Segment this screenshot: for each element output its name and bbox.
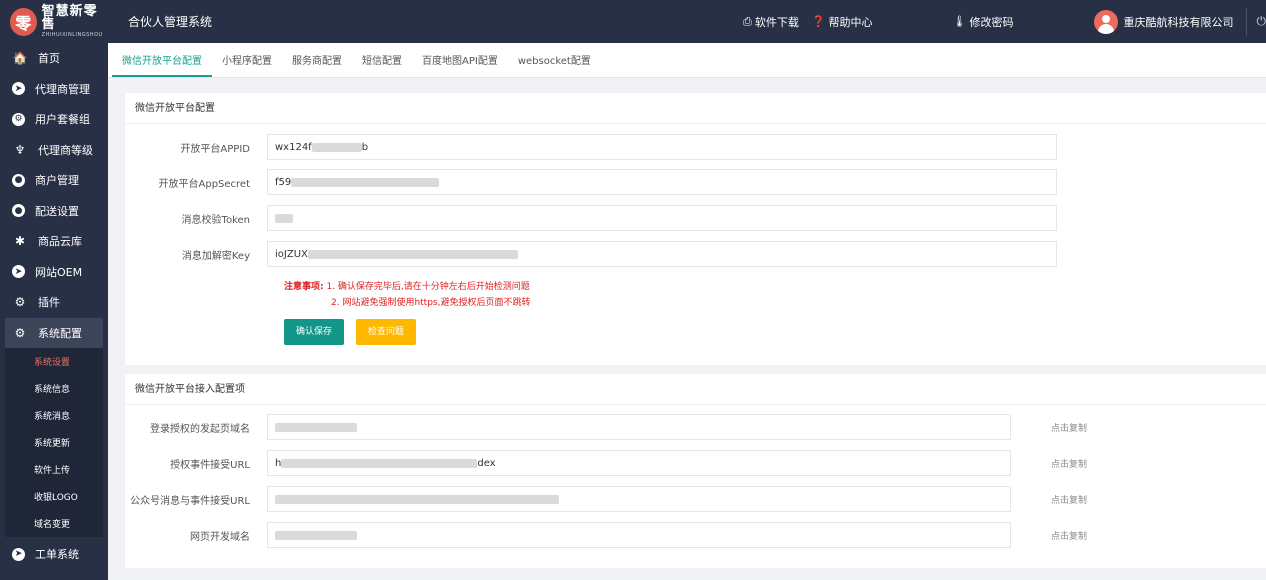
system-title: 合伙人管理系统 <box>128 15 213 29</box>
avatar <box>1093 9 1118 34</box>
header-divider <box>1245 7 1247 36</box>
logo-subtitle: ZHIHUIXINLINGSHOU <box>41 32 103 38</box>
sidebar-item-level[interactable]: ♆ 代理商等级 <box>0 135 108 166</box>
system-config-submenu: 系统设置 系统信息 系统消息 系统更新 软件上传 收银LOGO 域名变更 <box>5 348 103 537</box>
aeskey-input[interactable]: ioJZUX <box>267 241 1057 267</box>
appsecret-input[interactable]: f59 <box>267 169 1057 195</box>
home-icon: 🏠 <box>12 51 28 66</box>
send-icon: ➤ <box>12 547 25 561</box>
cogs-icon: ⚙ <box>14 325 26 340</box>
login-domain-field[interactable] <box>267 414 1011 440</box>
form-row-login-domain: 登录授权的发起页域名 点击复制 <box>125 414 1087 440</box>
tab-sms[interactable]: 短信配置 <box>352 42 412 77</box>
sub-item-system-settings[interactable]: 系统设置 <box>5 348 103 375</box>
redacted-value <box>275 530 357 540</box>
sidebar-item-system-config[interactable]: ⚙ 系统配置 <box>5 317 103 348</box>
sidebar-item-home[interactable]: 🏠 首页 <box>0 43 108 74</box>
token-input[interactable] <box>267 205 1057 231</box>
user-menu[interactable]: 重庆酷航科技有限公司 <box>1093 9 1234 34</box>
form-row-appid: 开放平台APPID wx124f b <box>125 134 1057 160</box>
copy-button[interactable]: 点击复制 <box>1051 421 1087 434</box>
company-name: 重庆酷航科技有限公司 <box>1123 15 1234 29</box>
form-row-message-event-url: 公众号消息与事件接受URL 点击复制 <box>125 486 1087 512</box>
tab-service-provider[interactable]: 服务商配置 <box>282 42 352 77</box>
redacted-value <box>281 458 478 468</box>
form-row-aeskey: 消息加解密Key ioJZUX <box>125 241 1057 267</box>
copy-button[interactable]: 点击复制 <box>1051 529 1087 542</box>
copy-button[interactable]: 点击复制 <box>1051 493 1087 506</box>
auth-event-url-field[interactable]: h dex <box>267 450 1011 476</box>
redacted-value <box>291 177 440 187</box>
logo-icon: 零 <box>10 7 37 36</box>
sidebar-item-plugin[interactable]: ⚙ 插件 <box>0 287 108 318</box>
sidebar-item-agent[interactable]: ➤ 代理商管理 <box>0 74 108 105</box>
sidebar-item-cloud[interactable]: ✱ 商品云库 <box>0 226 108 257</box>
question-circle-icon: ❓ <box>811 15 826 28</box>
redacted-value <box>307 249 518 259</box>
level-icon: ♆ <box>14 142 26 157</box>
sub-item-system-update[interactable]: 系统更新 <box>5 429 103 456</box>
cogs-icon: ⚙ <box>14 295 26 310</box>
asterisk-icon: ✱ <box>14 234 26 249</box>
tab-baidu-map[interactable]: 百度地图API配置 <box>412 42 508 77</box>
sidebar-item-package[interactable]: ⚙ 用户套餐组 <box>0 104 108 135</box>
download-link[interactable]: ⎙ 软件下载 <box>743 14 799 30</box>
save-button[interactable]: 确认保存 <box>284 319 345 345</box>
logo-title: 智慧新零售 <box>41 4 98 32</box>
sub-item-software-upload[interactable]: 软件上传 <box>5 456 103 483</box>
redacted-value <box>275 213 293 223</box>
form-row-appsecret: 开放平台AppSecret f59 <box>125 169 1057 195</box>
thermometer-icon: 🌡 <box>952 15 967 28</box>
form-row-web-domain: 网页开发域名 点击复制 <box>125 522 1087 548</box>
web-domain-field[interactable] <box>267 522 1011 548</box>
sidebar: 🏠 首页 ➤ 代理商管理 ⚙ 用户套餐组 ♆ 代理商等级 ● 商户管理 ● 配送… <box>0 43 108 580</box>
sidebar-item-oem[interactable]: ➤ 网站OEM <box>0 257 108 288</box>
sidebar-item-merchant[interactable]: ● 商户管理 <box>0 165 108 196</box>
sub-item-system-message[interactable]: 系统消息 <box>5 402 103 429</box>
package-icon: ⚙ <box>12 112 25 126</box>
copy-button[interactable]: 点击复制 <box>1051 457 1087 470</box>
wechat-access-config-card: 微信开放平台接入配置项 登录授权的发起页域名 点击复制 授权事件接受URL hd… <box>125 374 1266 568</box>
sub-item-domain-change[interactable]: 域名变更 <box>5 510 103 537</box>
redacted-value <box>275 494 559 504</box>
send-icon: ➤ <box>12 265 25 279</box>
tab-wechat-open[interactable]: 微信开放平台配置 <box>112 42 212 77</box>
tab-mini-program[interactable]: 小程序配置 <box>212 42 282 77</box>
download-icon: ⎙ <box>743 14 752 28</box>
merchant-icon: ● <box>12 173 25 187</box>
appid-input[interactable]: wx124f b <box>267 134 1057 160</box>
agent-icon: ➤ <box>12 82 25 96</box>
change-password-link[interactable]: 🌡 修改密码 <box>953 14 1014 30</box>
sub-item-system-info[interactable]: 系统信息 <box>5 375 103 402</box>
tab-websocket[interactable]: websocket配置 <box>508 42 601 77</box>
logo[interactable]: 零 智慧新零售 ZHIHUIXINLINGSHOU <box>0 0 108 43</box>
sidebar-item-ticket[interactable]: ➤ 工单系统 <box>0 539 108 570</box>
wechat-open-config-card: 微信开放平台配置 开放平台APPID wx124f b 开放平台AppSecret… <box>125 93 1266 365</box>
redacted-value <box>275 422 357 432</box>
card-title: 微信开放平台接入配置项 <box>125 374 1266 405</box>
message-event-url-field[interactable] <box>267 486 1011 512</box>
help-link[interactable]: ❓ 帮助中心 <box>812 14 873 30</box>
sub-item-cashier-logo[interactable]: 收银LOGO <box>5 483 103 510</box>
delivery-icon: ● <box>12 204 25 218</box>
form-row-auth-event-url: 授权事件接受URL h dex 点击复制 <box>125 450 1087 476</box>
redacted-value <box>311 142 362 152</box>
main-content: 微信开放平台配置 小程序配置 服务商配置 短信配置 百度地图API配置 webs… <box>108 43 1266 580</box>
notice-text: 注意事项: 1. 确认保存完毕后,请在十分钟左右后开始检测问题 2. 网站避免强… <box>284 282 531 308</box>
config-tabs: 微信开放平台配置 小程序配置 服务商配置 短信配置 百度地图API配置 webs… <box>108 43 1266 78</box>
sidebar-item-delivery[interactable]: ● 配送设置 <box>0 196 108 227</box>
form-row-token: 消息校验Token <box>125 205 1057 231</box>
top-header: 零 智慧新零售 ZHIHUIXINLINGSHOU 合伙人管理系统 ⎙ 软件下载… <box>0 0 1266 43</box>
power-icon[interactable]: ⏻ <box>1257 14 1266 29</box>
check-button[interactable]: 检查问题 <box>356 319 417 345</box>
card-title: 微信开放平台配置 <box>125 93 1266 124</box>
